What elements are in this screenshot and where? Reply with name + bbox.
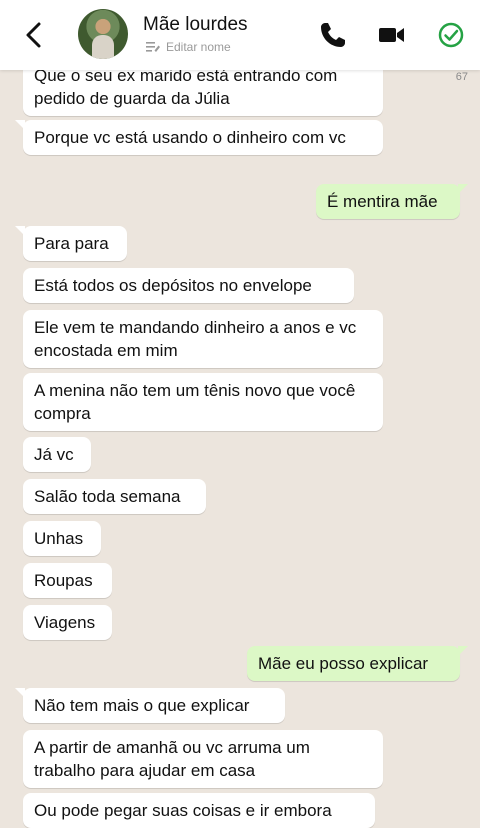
chat-header: Mãe lourdes Editar nome [0, 0, 480, 70]
back-arrow-icon[interactable] [22, 20, 48, 50]
message-bubble[interactable]: Não tem mais o que explicar [15, 688, 285, 723]
message-bubble[interactable]: Mãe eu posso explicar [247, 646, 468, 681]
edit-list-icon [146, 42, 160, 52]
message-bubble[interactable]: Ou pode pegar suas coisas e ir embora [23, 793, 375, 828]
message-text: Unhas [34, 529, 84, 548]
message-text: Não tem mais o que explicar [34, 696, 250, 715]
message-text: Está todos os depósitos no envelope [34, 276, 312, 295]
contact-name[interactable]: Mãe lourdes [143, 14, 248, 36]
message-bubble[interactable]: É mentira mãe [316, 184, 468, 219]
check-circle-icon[interactable] [436, 20, 466, 50]
message-text: Mãe eu posso explicar [258, 654, 429, 673]
message-text: É mentira mãe [327, 192, 438, 211]
message-bubble[interactable]: Unhas [23, 521, 101, 556]
message-text: Que o seu ex marido está entrando com pe… [34, 66, 338, 108]
message-text: Para para [34, 234, 109, 253]
message-text: Viagens [34, 613, 96, 632]
message-bubble[interactable]: Salão toda semana [23, 479, 206, 514]
message-text: Porque vc está usando o dinheiro com vc [34, 128, 346, 147]
phone-icon[interactable] [318, 20, 348, 50]
message-text: Já vc [34, 445, 74, 464]
edit-name-link[interactable]: Editar nome [146, 40, 231, 54]
message-bubble[interactable]: Já vc [23, 437, 91, 472]
message-bubble[interactable]: A menina não tem um tênis novo que você … [23, 373, 383, 431]
message-bubble[interactable]: Viagens [23, 605, 112, 640]
message-text: Salão toda semana [34, 487, 181, 506]
message-text: A menina não tem um tênis novo que você … [34, 381, 356, 423]
message-text: Roupas [34, 571, 93, 590]
unread-counter: 67 [455, 71, 468, 83]
message-bubble[interactable]: Para para [15, 226, 127, 261]
avatar-figure [92, 35, 114, 59]
message-text: A partir de amanhã ou vc arruma um traba… [34, 738, 310, 780]
message-text: Ou pode pegar suas coisas e ir embora [34, 801, 332, 820]
avatar[interactable] [78, 9, 128, 59]
message-bubble[interactable]: Ele vem te mandando dinheiro a anos e vc… [23, 310, 383, 368]
message-bubble[interactable]: A partir de amanhã ou vc arruma um traba… [23, 730, 383, 788]
message-bubble[interactable]: Roupas [23, 563, 112, 598]
subtitle-text: Editar nome [166, 40, 231, 54]
video-camera-icon[interactable] [377, 20, 407, 50]
message-bubble[interactable]: Está todos os depósitos no envelope [23, 268, 354, 303]
message-bubble[interactable]: Porque vc está usando o dinheiro com vc [15, 120, 383, 155]
chat-area[interactable]: 67 Que o seu ex marido está entrando com… [0, 0, 480, 828]
message-text: Ele vem te mandando dinheiro a anos e vc… [34, 318, 357, 360]
